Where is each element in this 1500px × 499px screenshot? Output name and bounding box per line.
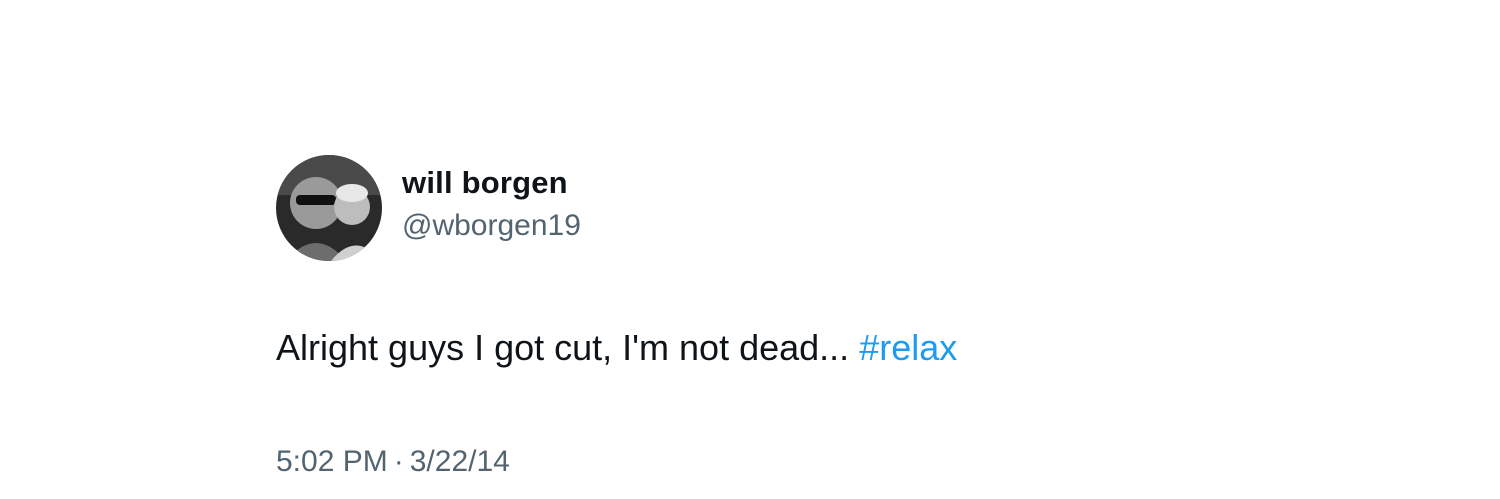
tweet-header: will borgen @wborgen19 [276, 154, 1276, 262]
hashtag-link[interactable]: #relax [859, 327, 957, 368]
tweet-body: Alright guys I got cut, I'm not dead... [276, 327, 850, 368]
tweet-date: 3/22/14 [409, 445, 510, 478]
user-handle[interactable]: @wborgen19 [402, 207, 581, 245]
tweet-text: Alright guys I got cut, I'm not dead... … [276, 324, 957, 372]
avatar[interactable] [276, 155, 382, 261]
author-names: will borgen @wborgen19 [402, 163, 581, 245]
avatar-photo [276, 155, 382, 261]
meta-separator: · [393, 445, 404, 478]
tweet-card: will borgen @wborgen19 Alright guys I go… [276, 154, 1276, 478]
display-name[interactable]: will borgen [402, 163, 581, 203]
tweet-timestamp[interactable]: 5:02 PM · 3/22/14 [276, 442, 510, 482]
tweet-time: 5:02 PM [276, 445, 388, 478]
